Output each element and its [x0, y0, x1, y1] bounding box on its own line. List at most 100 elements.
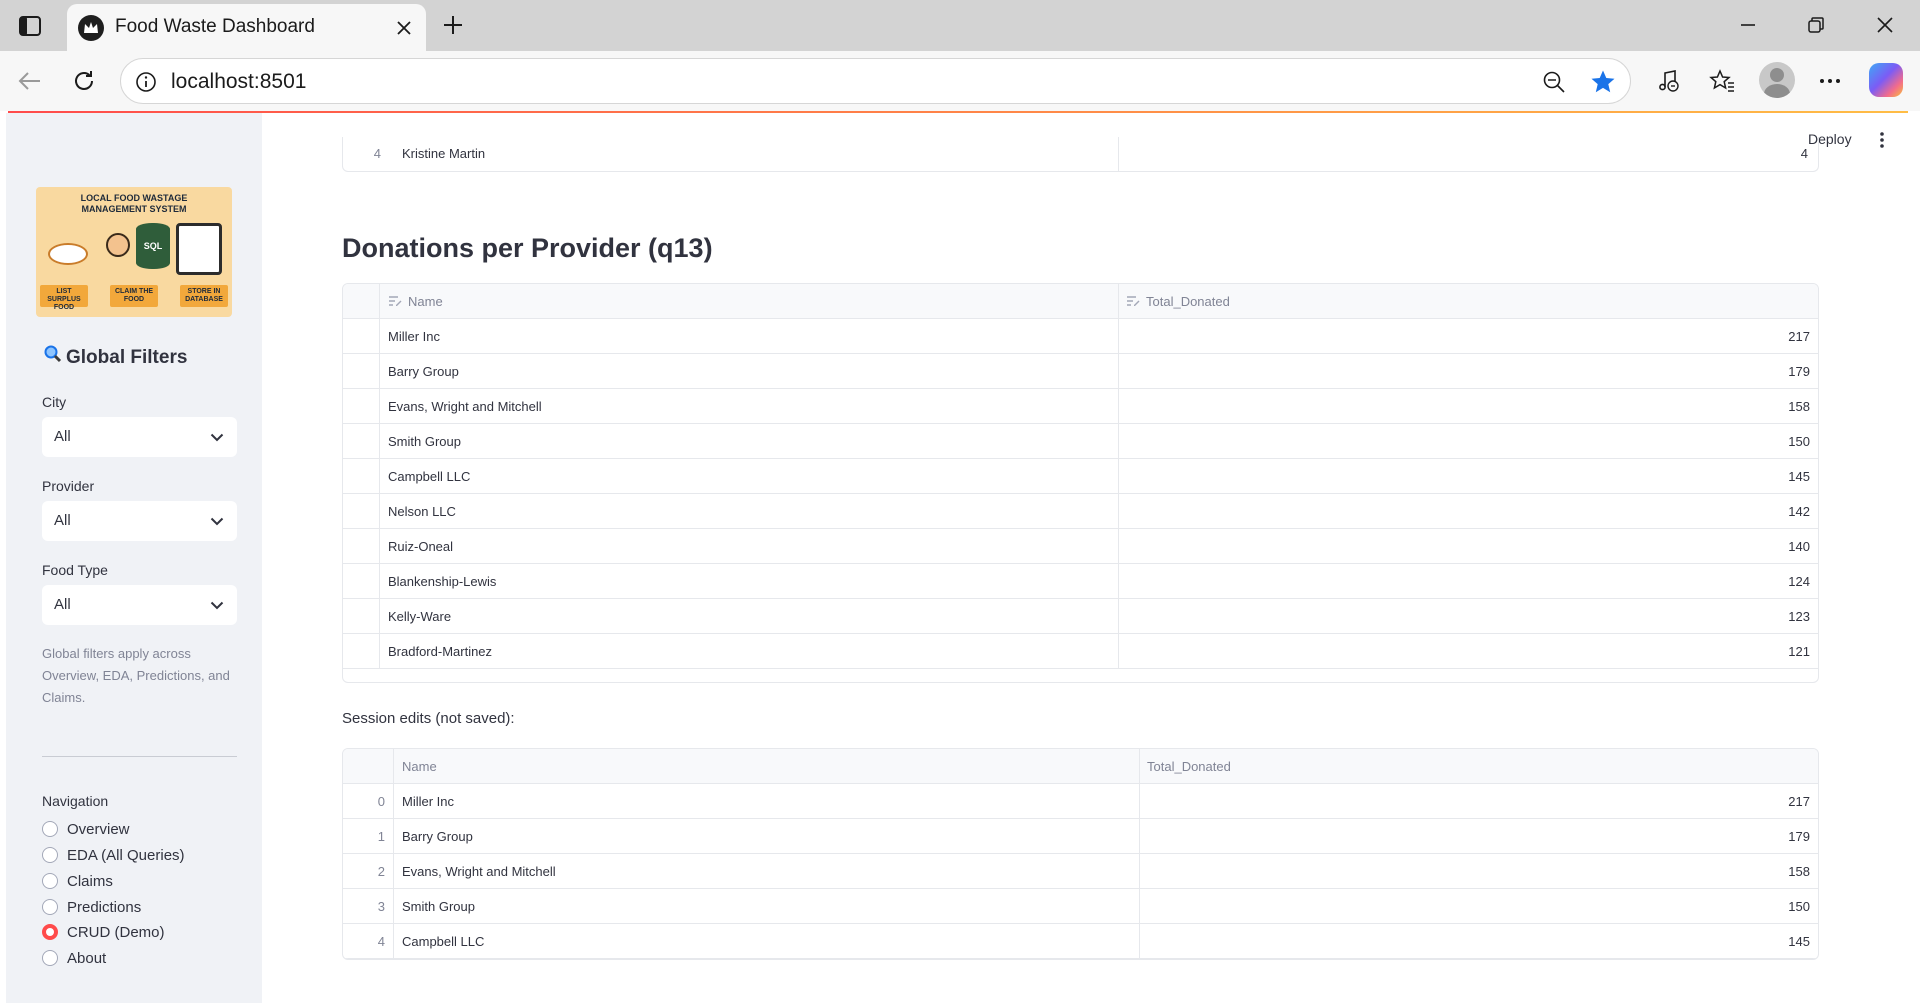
- row-index-cell[interactable]: [343, 459, 380, 493]
- table-row[interactable]: Miller Inc 217: [343, 319, 1818, 354]
- row-index-cell[interactable]: [343, 529, 380, 563]
- main-menu-icon[interactable]: [1872, 129, 1892, 151]
- total-donated-cell: 217: [1788, 794, 1810, 809]
- favorite-star-icon[interactable]: [1588, 67, 1618, 97]
- table-row[interactable]: Campbell LLC 145: [343, 459, 1818, 494]
- provider-value: All: [54, 512, 71, 529]
- new-tab-button[interactable]: [438, 10, 468, 40]
- header-decoration: [8, 111, 1908, 113]
- total-donated-cell[interactable]: 217: [1788, 329, 1810, 344]
- row-name: Kristine Martin: [402, 146, 486, 161]
- radio-button-selected[interactable]: [42, 924, 58, 940]
- nav-radio-predictions[interactable]: Predictions: [42, 896, 141, 918]
- column-divider: [1118, 137, 1119, 171]
- radio-button[interactable]: [42, 847, 58, 863]
- name-cell[interactable]: Barry Group: [388, 364, 459, 379]
- previous-table-last-row: 4 Kristine Martin 4: [342, 137, 1819, 172]
- radio-button[interactable]: [42, 899, 58, 915]
- city-select[interactable]: All: [42, 417, 237, 457]
- table-row[interactable]: Bradford-Martinez 121: [343, 634, 1818, 669]
- radio-button[interactable]: [42, 950, 58, 966]
- logo-title: LOCAL FOOD WASTAGE MANAGEMENT SYSTEM: [80, 193, 188, 214]
- row-index-cell[interactable]: [343, 599, 380, 633]
- name-cell[interactable]: Ruiz-Oneal: [388, 539, 453, 554]
- row-index-cell[interactable]: [343, 389, 380, 423]
- total-donated-cell[interactable]: 145: [1788, 469, 1810, 484]
- donations-data-editor[interactable]: Name Total_Donated Miller Inc 217 Barry Grou…: [342, 283, 1819, 683]
- row-index-cell[interactable]: [343, 319, 380, 353]
- zoom-out-icon[interactable]: [1540, 68, 1568, 96]
- table-row[interactable]: Nelson LLC 142: [343, 494, 1818, 529]
- close-window-icon[interactable]: [1870, 10, 1900, 40]
- restore-window-icon[interactable]: [1801, 10, 1831, 40]
- close-tab-icon[interactable]: [392, 16, 416, 40]
- name-cell[interactable]: Evans, Wright and Mitchell: [388, 399, 542, 414]
- tab-title: Food Waste Dashboard: [115, 16, 315, 37]
- radio-button[interactable]: [42, 873, 58, 889]
- total-donated-cell[interactable]: 142: [1788, 504, 1810, 519]
- table-row[interactable]: Smith Group 150: [343, 424, 1818, 459]
- name-cell[interactable]: Blankenship-Lewis: [388, 574, 496, 589]
- row-index-cell[interactable]: [343, 424, 380, 458]
- logo-step-claim: CLAIM THE FOOD: [110, 285, 158, 307]
- provider-label: Provider: [42, 478, 95, 494]
- table-row[interactable]: Ruiz-Oneal 140: [343, 529, 1818, 564]
- nav-radio-eda[interactable]: EDA (All Queries): [42, 844, 185, 866]
- site-info-icon[interactable]: [133, 69, 159, 95]
- name-cell[interactable]: Nelson LLC: [388, 504, 456, 519]
- name-cell[interactable]: Campbell LLC: [388, 469, 470, 484]
- address-bar[interactable]: localhost:8501: [120, 58, 1631, 104]
- grid-header: Name Total_Donated: [343, 749, 1818, 784]
- table-row[interactable]: Barry Group 179: [343, 354, 1818, 389]
- food-type-select[interactable]: All: [42, 585, 237, 625]
- total-donated-cell[interactable]: 150: [1788, 434, 1810, 449]
- name-cell[interactable]: Smith Group: [388, 434, 461, 449]
- copilot-icon[interactable]: [1869, 63, 1903, 97]
- tab-actions-icon[interactable]: [16, 12, 44, 40]
- column-divider: [1139, 784, 1140, 818]
- table-row[interactable]: Blankenship-Lewis 124: [343, 564, 1818, 599]
- more-menu-icon[interactable]: [1814, 65, 1846, 97]
- nav-radio-claims[interactable]: Claims: [42, 870, 113, 892]
- nav-radio-crud[interactable]: CRUD (Demo): [42, 921, 165, 943]
- column-divider: [1139, 889, 1140, 923]
- row-index-cell[interactable]: [343, 634, 380, 668]
- column-header-name[interactable]: Name: [388, 294, 443, 309]
- column-divider: [1118, 634, 1119, 668]
- minimize-window-icon[interactable]: [1733, 10, 1763, 40]
- profile-avatar[interactable]: [1759, 62, 1795, 98]
- name-cell: Smith Group: [402, 899, 475, 914]
- total-donated-cell[interactable]: 140: [1788, 539, 1810, 554]
- back-arrow-icon[interactable]: [14, 65, 46, 97]
- column-divider: [1118, 529, 1119, 563]
- column-divider: [1139, 749, 1140, 783]
- total-donated-cell[interactable]: 179: [1788, 364, 1810, 379]
- name-cell[interactable]: Miller Inc: [388, 329, 440, 344]
- total-donated-cell[interactable]: 124: [1788, 574, 1810, 589]
- table-row[interactable]: Evans, Wright and Mitchell 158: [343, 389, 1818, 424]
- column-divider: [1118, 319, 1119, 353]
- nav-radio-overview[interactable]: Overview: [42, 818, 130, 840]
- browser-tab-active[interactable]: Food Waste Dashboard: [67, 4, 426, 51]
- row-index-cell[interactable]: [343, 494, 380, 528]
- navigation-label: Navigation: [42, 793, 109, 809]
- total-donated-cell[interactable]: 121: [1788, 644, 1810, 659]
- refresh-icon[interactable]: [68, 65, 100, 97]
- media-control-icon[interactable]: [1652, 65, 1684, 97]
- total-donated-cell[interactable]: 158: [1788, 399, 1810, 414]
- column-header-total-donated[interactable]: Total_Donated: [1126, 294, 1230, 309]
- editable-column-icon: [389, 296, 402, 306]
- chevron-down-icon: [209, 429, 225, 445]
- favorites-icon[interactable]: [1706, 65, 1738, 97]
- table-row[interactable]: Kelly-Ware 123: [343, 599, 1818, 634]
- name-cell[interactable]: Kelly-Ware: [388, 609, 451, 624]
- total-donated-cell[interactable]: 123: [1788, 609, 1810, 624]
- name-cell[interactable]: Bradford-Martinez: [388, 644, 492, 659]
- nav-radio-about[interactable]: About: [42, 947, 106, 969]
- sidebar-divider: [42, 756, 237, 757]
- row-index-cell[interactable]: [343, 354, 380, 388]
- row-index-cell[interactable]: [343, 564, 380, 598]
- filters-caption: Global filters apply across Overview, ED…: [42, 646, 230, 705]
- radio-button[interactable]: [42, 821, 58, 837]
- provider-select[interactable]: All: [42, 501, 237, 541]
